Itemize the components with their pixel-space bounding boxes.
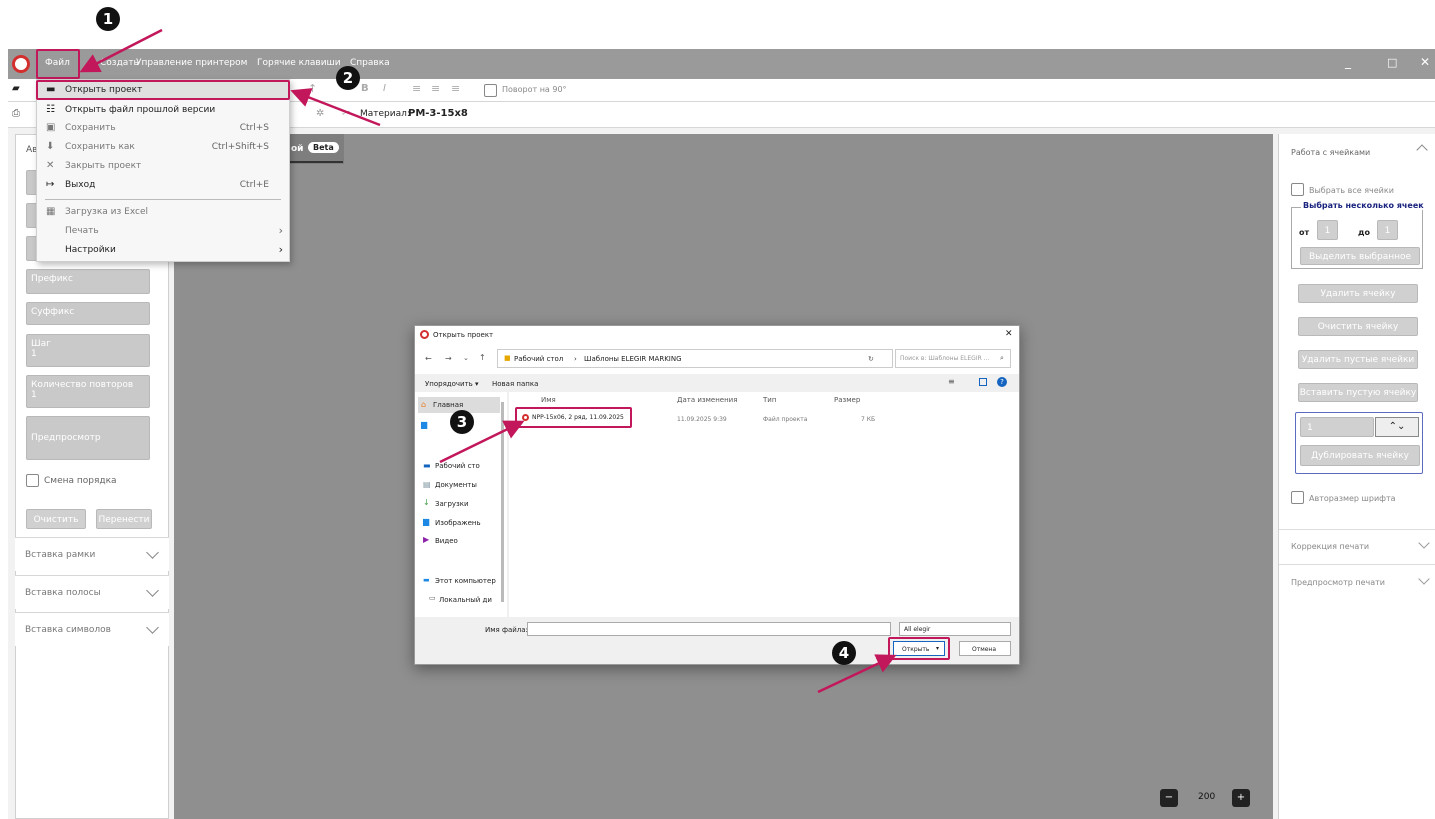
arrow-step-4 — [817, 654, 897, 694]
arrow-step-1 — [79, 28, 163, 73]
arrow-step-3 — [439, 420, 525, 464]
arrow-step-2 — [290, 88, 381, 127]
annotation-arrows — [79, 28, 897, 694]
